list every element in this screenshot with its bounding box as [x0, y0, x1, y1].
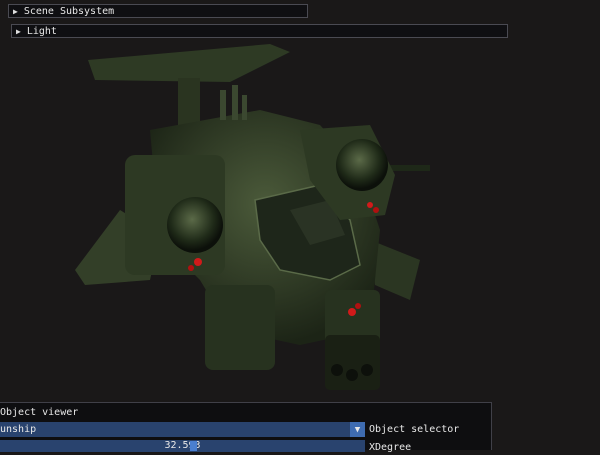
- object-viewer-title: Object viewer: [0, 407, 79, 418]
- gunship-model: [75, 44, 430, 390]
- chevron-down-icon[interactable]: ▼: [350, 422, 365, 437]
- light-label: Light: [26, 25, 57, 37]
- xdegree-slider[interactable]: 32.593: [0, 440, 365, 452]
- scene-subsystem-header[interactable]: ▶ Scene Subsystem: [8, 4, 308, 18]
- object-selector-value: unship: [0, 424, 37, 435]
- object-selector-combo[interactable]: unship ▼: [0, 422, 365, 437]
- object-selector-label: Object selector: [369, 424, 460, 435]
- expand-arrow-icon: ▶: [13, 6, 18, 16]
- 3d-viewport[interactable]: [0, 0, 600, 450]
- expand-arrow-icon: ▶: [16, 26, 21, 36]
- xdegree-value: 32.593: [164, 440, 201, 451]
- scene-subsystem-label: Scene Subsystem: [23, 5, 115, 17]
- xdegree-label: XDegree: [369, 442, 412, 453]
- light-header[interactable]: ▶ Light: [11, 24, 508, 38]
